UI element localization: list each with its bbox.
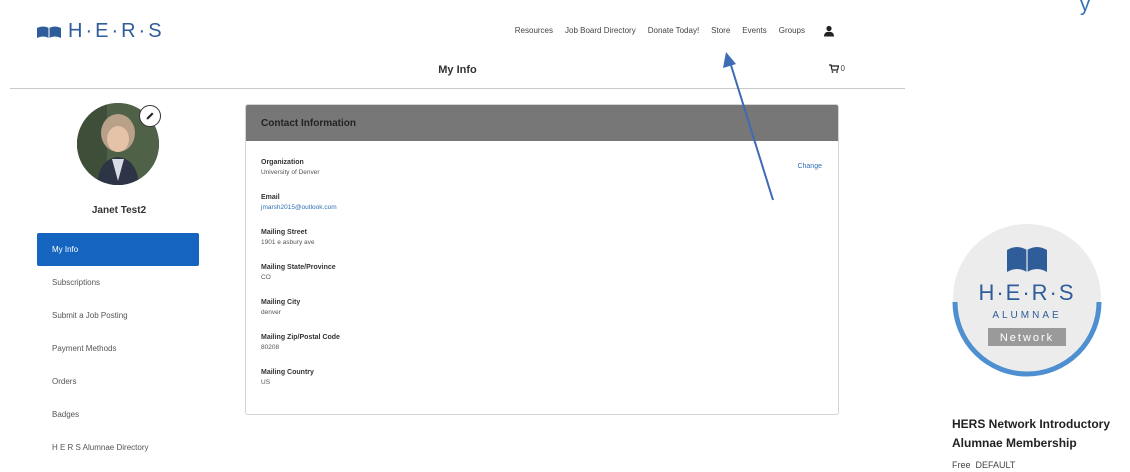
field-label: Mailing Zip/Postal Code <box>261 334 340 341</box>
field-mailing-state: Mailing State/Province CO <box>261 263 340 298</box>
edit-avatar-button[interactable] <box>139 105 161 127</box>
change-contact-link[interactable]: Change <box>797 163 822 170</box>
badge-text-hers: H·E·R·S <box>978 280 1075 305</box>
field-value: University of Denver <box>261 169 320 176</box>
nav-events[interactable]: Events <box>742 26 766 35</box>
user-icon[interactable] <box>823 24 835 42</box>
sidebar-item-subscriptions[interactable]: Subscriptions <box>37 266 199 299</box>
email-link[interactable]: jmarsh2015@outlook.com <box>261 203 340 213</box>
cart-icon <box>828 64 839 73</box>
card-header: Contact Information <box>246 105 838 141</box>
product-name[interactable]: HERS Network Introductory Alumnae Member… <box>952 415 1130 453</box>
page-title-bar: My Info 0 <box>10 52 905 89</box>
field-label: Mailing Country <box>261 369 314 376</box>
nav-job-board-directory[interactable]: Job Board Directory <box>565 26 636 35</box>
sidebar-item-alumnae-directory[interactable]: H E R S Alumnae Directory <box>37 431 199 464</box>
badge-text-network: Network <box>1000 332 1054 344</box>
field-label: Mailing City <box>261 299 301 306</box>
field-mailing-street: Mailing Street 1901 e asbury ave <box>261 228 340 263</box>
page-title: My Info <box>438 64 477 76</box>
nav-store[interactable]: Store <box>711 26 730 35</box>
contact-fields: Organization University of Denver Email … <box>261 158 340 403</box>
nav-resources[interactable]: Resources <box>515 26 553 35</box>
field-label: Email <box>261 194 280 201</box>
field-value: US <box>261 379 271 386</box>
field-label: Mailing State/Province <box>261 264 336 271</box>
field-mailing-city: Mailing City denver <box>261 298 340 333</box>
field-value: denver <box>261 309 281 316</box>
field-mailing-zip: Mailing Zip/Postal Code 80208 <box>261 333 340 368</box>
field-label: Organization <box>261 159 304 166</box>
hers-logo[interactable]: H·E·R·S <box>36 20 165 43</box>
cart-button[interactable]: 0 <box>828 64 845 73</box>
badge-text-alumnae: ALUMNAE <box>992 310 1061 321</box>
field-value: 1901 e asbury ave <box>261 239 315 246</box>
product-tier: DEFAULT <box>975 460 1016 470</box>
hers-alumnae-badge-image[interactable]: H·E·R·S ALUMNAE Network <box>952 220 1102 400</box>
sidebar-item-orders[interactable]: Orders <box>37 365 199 398</box>
sidebar-item-submit-job-posting[interactable]: Submit a Job Posting <box>37 299 199 332</box>
field-value: CO <box>261 274 271 281</box>
nav-donate-today[interactable]: Donate Today! <box>648 26 699 35</box>
account-sidebar: My Info Subscriptions Submit a Job Posti… <box>37 233 199 464</box>
cropped-header-text: y <box>1080 0 1090 16</box>
field-email: Email jmarsh2015@outlook.com <box>261 193 340 228</box>
top-navigation-bar: H·E·R·S Resources Job Board Directory Do… <box>0 12 905 52</box>
profile-avatar-wrap <box>77 103 161 185</box>
pencil-icon <box>146 112 154 120</box>
sidebar-item-my-info[interactable]: My Info <box>37 233 199 266</box>
main-nav: Resources Job Board Directory Donate Tod… <box>515 26 805 35</box>
sidebar-item-payment-methods[interactable]: Payment Methods <box>37 332 199 365</box>
product-meta: Free DEFAULT <box>952 460 1015 470</box>
field-organization: Organization University of Denver <box>261 158 340 193</box>
field-mailing-country: Mailing Country US <box>261 368 340 403</box>
sidebar-item-badges[interactable]: Badges <box>37 398 199 431</box>
field-value: 80208 <box>261 344 280 351</box>
field-label: Mailing Street <box>261 229 307 236</box>
product-price: Free <box>952 460 971 470</box>
profile-name: Janet Test2 <box>91 205 147 216</box>
book-logo-icon <box>37 26 61 38</box>
contact-information-card: Contact Information Change Organization … <box>245 104 839 415</box>
nav-groups[interactable]: Groups <box>779 26 805 35</box>
logo-text: H·E·R·S <box>68 20 165 42</box>
cart-count: 0 <box>840 64 845 73</box>
